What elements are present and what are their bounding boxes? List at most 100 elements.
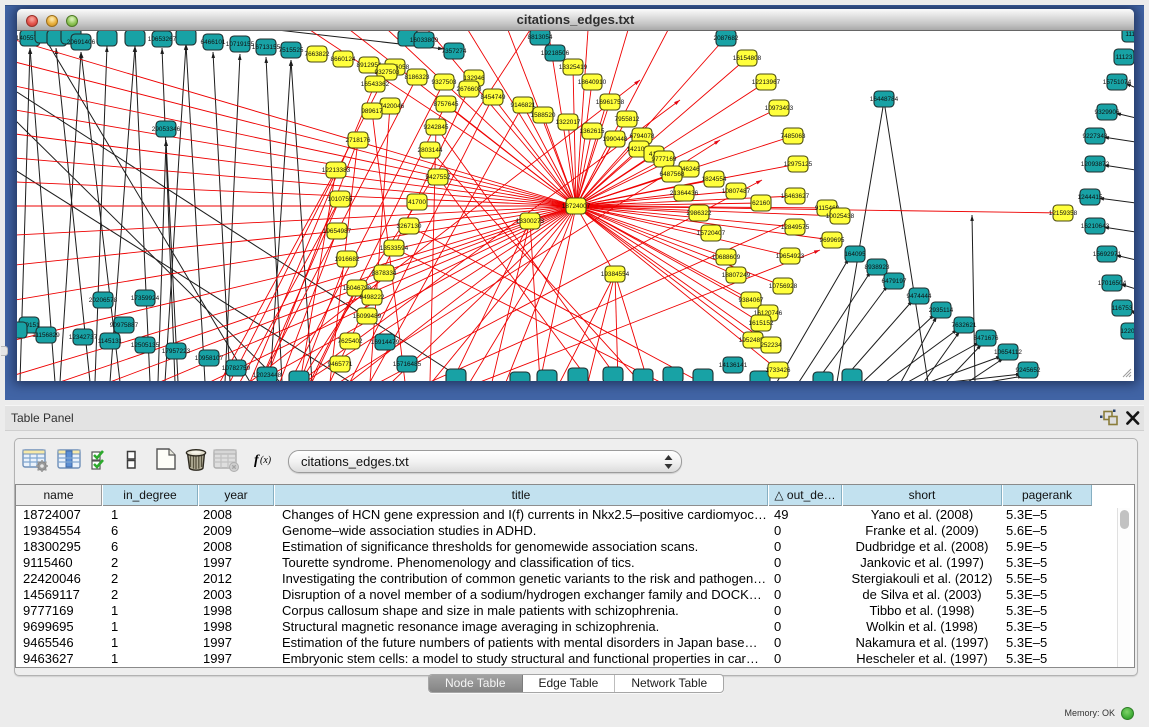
svg-text:9384067: 9384067 — [739, 297, 764, 304]
svg-text:6487568: 6487568 — [660, 171, 685, 178]
svg-text:14136141: 14136141 — [719, 362, 748, 369]
svg-text:989617: 989617 — [361, 108, 383, 115]
svg-text:20206578: 20206578 — [89, 297, 118, 304]
svg-text:16448784: 16448784 — [870, 96, 899, 103]
svg-text:41700: 41700 — [408, 199, 426, 206]
svg-text:2087682: 2087682 — [714, 35, 739, 42]
svg-text:16099489: 16099489 — [353, 313, 382, 320]
svg-text:8813054: 8813054 — [528, 34, 553, 41]
svg-text:7357274: 7357274 — [442, 48, 467, 55]
svg-text:1244415: 1244415 — [1078, 194, 1103, 201]
svg-text:10654112: 10654112 — [994, 349, 1022, 356]
svg-text:17016504: 17016504 — [1098, 280, 1127, 287]
svg-text:1322017: 1322017 — [556, 119, 581, 126]
svg-text:90975887: 90975887 — [110, 322, 139, 329]
svg-text:16961758: 16961758 — [596, 99, 625, 106]
svg-text:9498222: 9498222 — [360, 294, 385, 301]
svg-text:2718176: 2718176 — [346, 137, 371, 144]
svg-text:11123: 11123 — [1116, 54, 1133, 61]
svg-text:1990448: 1990448 — [603, 136, 628, 143]
svg-text:252234: 252234 — [760, 342, 782, 349]
svg-text:10653267: 10653267 — [148, 36, 177, 43]
svg-text:15720407: 15720407 — [697, 230, 726, 237]
svg-text:16154808: 16154808 — [733, 55, 762, 62]
svg-text:1362615: 1362615 — [580, 128, 605, 135]
svg-text:15716485: 15716485 — [393, 361, 422, 368]
svg-text:19654987: 19654987 — [323, 228, 352, 235]
svg-text:9474444: 9474444 — [907, 293, 932, 300]
svg-text:1733426: 1733426 — [766, 367, 791, 374]
svg-text:19218506: 19218506 — [541, 50, 570, 57]
svg-text:17957223: 17957223 — [162, 348, 191, 355]
svg-text:11156829: 11156829 — [32, 332, 60, 339]
svg-text:8186323: 8186323 — [405, 74, 430, 81]
svg-text:8878334: 8878334 — [372, 270, 397, 277]
svg-text:7625402: 7625402 — [338, 338, 363, 345]
svg-text:17359924: 17359924 — [131, 295, 160, 302]
svg-text:18724007: 18724007 — [562, 203, 591, 210]
svg-text:19384554: 19384554 — [601, 271, 630, 278]
svg-text:18640910: 18640910 — [578, 79, 607, 86]
svg-text:9242845: 9242845 — [424, 124, 449, 131]
svg-text:1112: 1112 — [1125, 31, 1134, 38]
svg-text:9245652: 9245652 — [1016, 367, 1041, 374]
svg-text:7663822: 7663822 — [305, 51, 330, 58]
svg-text:20691406: 20691406 — [67, 39, 96, 46]
svg-text:2803144: 2803144 — [418, 147, 443, 154]
svg-text:15692971: 15692971 — [1093, 251, 1122, 258]
svg-text:16914479: 16914479 — [371, 339, 400, 346]
svg-text:8757645: 8757645 — [434, 101, 459, 108]
svg-text:8938923: 8938923 — [865, 264, 890, 271]
svg-text:16713155: 16713155 — [252, 44, 281, 51]
svg-text:21364436: 21364436 — [670, 190, 699, 197]
svg-text:164095: 164095 — [844, 251, 866, 258]
svg-text:16463627: 16463627 — [781, 193, 810, 200]
svg-text:10973493: 10973493 — [765, 105, 794, 112]
svg-text:10756928: 10756928 — [769, 283, 798, 290]
svg-text:18807249: 18807249 — [722, 272, 751, 279]
svg-text:12023448: 12023448 — [253, 372, 282, 379]
svg-text:122033: 122033 — [1120, 328, 1134, 335]
svg-text:13325419: 13325419 — [559, 64, 588, 71]
svg-text:9329906: 9329906 — [1095, 109, 1120, 116]
svg-text:12093872: 12093872 — [1081, 161, 1110, 168]
svg-text:7955812: 7955812 — [615, 116, 640, 123]
svg-text:16033809: 16033809 — [410, 37, 439, 44]
svg-text:62160: 62160 — [752, 200, 770, 207]
svg-text:9146821: 9146821 — [511, 102, 536, 109]
svg-text:(x): (x) — [260, 455, 272, 466]
svg-text:7485063: 7485063 — [781, 133, 806, 140]
svg-text:10719155: 10719155 — [226, 41, 255, 48]
svg-text:8471676: 8471676 — [974, 335, 999, 342]
svg-text:16543362: 16543362 — [361, 81, 390, 88]
svg-text:1615152: 1615152 — [749, 320, 774, 327]
svg-text:1588520: 1588520 — [531, 112, 556, 119]
svg-text:12505135: 12505135 — [131, 342, 160, 349]
svg-text:9327503: 9327503 — [432, 79, 457, 86]
svg-text:2935114: 2935114 — [929, 307, 954, 314]
svg-text:10807487: 10807487 — [722, 188, 751, 195]
svg-text:10958107: 10958107 — [195, 355, 224, 362]
svg-text:7632621: 7632621 — [952, 322, 977, 329]
svg-text:19654923: 19654923 — [776, 253, 805, 260]
svg-text:8660124: 8660124 — [331, 56, 356, 63]
svg-text:1010755: 1010755 — [328, 196, 353, 203]
svg-text:12975125: 12975125 — [784, 161, 813, 168]
svg-text:3267130: 3267130 — [397, 223, 422, 230]
svg-text:2676608: 2676608 — [457, 86, 482, 93]
svg-text:12213967: 12213967 — [752, 79, 781, 86]
svg-text:10782759: 10782759 — [222, 365, 251, 372]
svg-text:15751074: 15751074 — [1103, 79, 1132, 86]
svg-text:9427552: 9427552 — [426, 174, 451, 181]
svg-text:12849575: 12849575 — [781, 224, 810, 231]
svg-text:9327503: 9327503 — [375, 69, 400, 76]
svg-text:10025438: 10025438 — [826, 213, 855, 220]
svg-text:6466101: 6466101 — [201, 39, 226, 46]
svg-text:9227343: 9227343 — [1083, 133, 1108, 140]
svg-text:1824554: 1824554 — [702, 176, 727, 183]
svg-text:9777169: 9777169 — [652, 156, 677, 163]
svg-text:9465771: 9465771 — [328, 361, 353, 368]
svg-text:16210643: 16210643 — [1081, 223, 1110, 230]
svg-text:7515525: 7515525 — [279, 47, 304, 54]
svg-text:12159358: 12159358 — [1049, 210, 1078, 217]
